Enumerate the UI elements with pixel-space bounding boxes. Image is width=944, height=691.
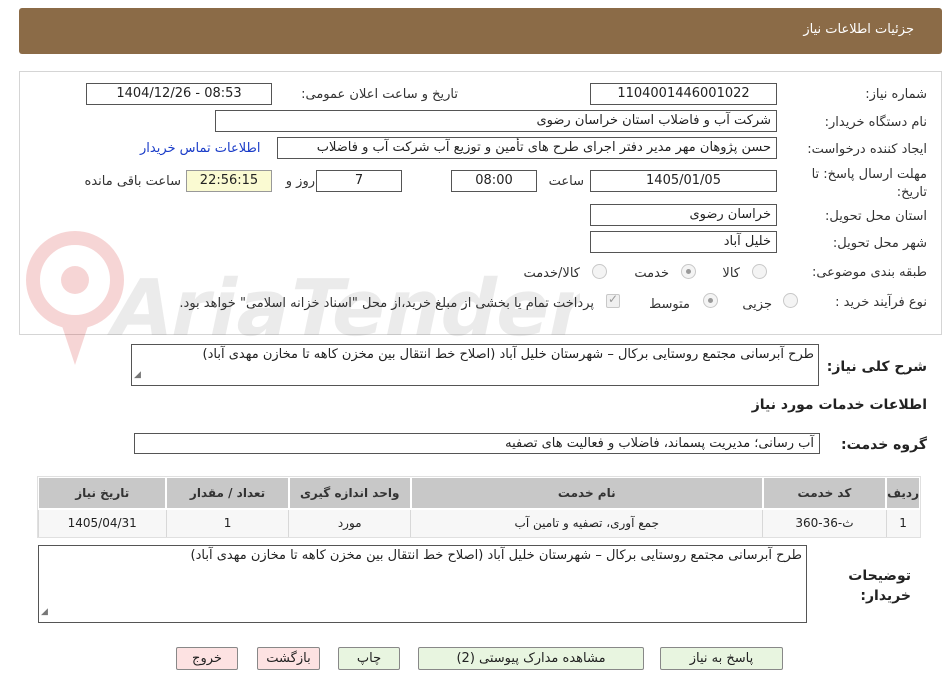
process-option-medium: متوسط [649, 297, 690, 312]
description-text: طرح آبرسانی مجتمع روستایی برکال – شهرستا… [202, 347, 814, 362]
buyer-org-field: شرکت آب و فاضلاب استان خراسان رضوی [215, 110, 777, 132]
announce-label: تاریخ و ساعت اعلان عمومی: [301, 87, 458, 102]
col-header-name: نام خدمت [409, 476, 764, 510]
remaining-label: ساعت باقی مانده [84, 174, 181, 189]
requester-field: حسن پژوهان مهر مدیر دفتر اجرای طرح های ت… [277, 137, 777, 159]
category-option-goods: کالا [722, 266, 740, 281]
cell-service-code: ث-36-360 [762, 508, 887, 538]
deadline-label: مهلت ارسال پاسخ: تا تاریخ: [811, 167, 927, 200]
treasury-checkbox[interactable] [606, 292, 620, 308]
process-radio-minor[interactable] [783, 293, 798, 308]
service-group-field: آب رسانی؛ مدیریت پسماند، فاضلاب و فعالیت… [134, 433, 820, 454]
deadline-date-field: 1405/01/05 [590, 170, 777, 192]
category-radio-service[interactable] [681, 264, 696, 279]
requester-label: ایجاد کننده درخواست: [807, 142, 927, 157]
category-radio-goods[interactable] [752, 264, 767, 279]
description-label: شرح کلی نیاز: [826, 359, 927, 375]
page-header: جزئیات اطلاعات نیاز [19, 8, 942, 54]
resize-handle-icon[interactable]: ◢ [41, 603, 48, 621]
days-label: روز و [285, 174, 315, 189]
table-row: 1 ث-36-360 جمع آوری، تصفیه و تامین آب مو… [37, 508, 921, 538]
table-header-row: ردیف کد خدمت نام خدمت واحد اندازه گیری ت… [36, 476, 921, 510]
buyer-org-label: نام دستگاه خریدار: [824, 115, 927, 130]
back-button[interactable]: بازگشت [257, 647, 320, 670]
buyer-notes-field[interactable]: طرح آبرسانی مجتمع روستایی برکال – شهرستا… [38, 545, 807, 623]
cell-quantity: 1 [165, 508, 290, 538]
need-number-label: شماره نیاز: [865, 87, 927, 102]
category-label: طبقه بندی موضوعی: [811, 265, 927, 280]
province-label: استان محل تحویل: [825, 209, 927, 224]
payment-note: پرداخت تمام یا بخشی از مبلغ خرید،از محل … [179, 296, 594, 311]
col-header-date: تاریخ نیاز [36, 476, 168, 510]
process-label: نوع فرآیند خرید : [835, 295, 927, 310]
page-title: جزئیات اطلاعات نیاز [803, 22, 914, 37]
cell-need-date: 1405/04/31 [37, 508, 167, 538]
province-field: خراسان رضوی [590, 204, 777, 226]
cell-unit: مورد [288, 508, 412, 538]
days-field: 7 [316, 170, 402, 192]
category-option-service: خدمت [634, 266, 669, 281]
cell-row-number: 1 [885, 508, 921, 538]
category-option-both: کالا/خدمت [523, 266, 580, 281]
buyer-notes-text: طرح آبرسانی مجتمع روستایی برکال – شهرستا… [190, 548, 802, 563]
cell-service-name: جمع آوری، تصفیه و تامین آب [410, 508, 764, 538]
col-header-quantity: تعداد / مقدار [165, 476, 290, 510]
service-group-label: گروه خدمت: [841, 437, 927, 453]
col-header-code: کد خدمت [761, 476, 888, 510]
print-button[interactable]: چاپ [338, 647, 400, 670]
deadline-time-field: 08:00 [451, 170, 537, 192]
city-label: شهر محل تحویل: [832, 236, 927, 251]
col-header-row: ردیف [885, 476, 921, 510]
buyer-notes-label: توضیحات خریدار: [848, 568, 911, 604]
announce-field: 1404/12/26 - 08:53 [86, 83, 272, 105]
contact-buyer-link[interactable]: اطلاعات تماس خریدار [140, 141, 260, 156]
time-label: ساعت [548, 174, 584, 189]
process-radio-medium[interactable] [703, 293, 718, 308]
attachments-button[interactable]: مشاهده مدارک پیوستی (2) [418, 647, 644, 670]
exit-button[interactable]: خروج [176, 647, 238, 670]
col-header-unit: واحد اندازه گیری [287, 476, 412, 510]
services-section-title: اطلاعات خدمات مورد نیاز [751, 397, 927, 413]
description-field[interactable]: طرح آبرسانی مجتمع روستایی برکال – شهرستا… [131, 344, 819, 386]
category-radio-both[interactable] [592, 264, 607, 279]
services-table: ردیف کد خدمت نام خدمت واحد اندازه گیری ت… [36, 476, 921, 538]
need-number-field: 1104001446001022 [590, 83, 777, 105]
reply-button[interactable]: پاسخ به نیاز [660, 647, 783, 670]
city-field: خلیل آباد [590, 231, 777, 253]
resize-handle-icon[interactable]: ◢ [134, 366, 141, 384]
remaining-time-field: 22:56:15 [186, 170, 272, 192]
process-option-minor: جزیی [742, 297, 772, 312]
